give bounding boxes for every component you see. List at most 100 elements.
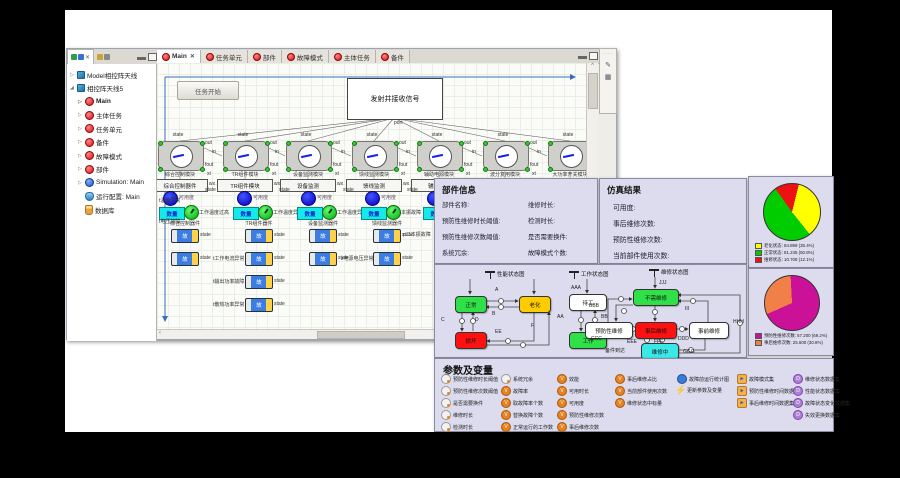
close-tab-icon[interactable]: ✕ (190, 53, 195, 60)
task-start-button[interactable]: 任务开始 (177, 81, 239, 100)
sidebar-item-运行配置: Main[interactable]: 运行配置: Main (67, 190, 156, 204)
param-item-事后维修次数[interactable]: V事后维修次数 (557, 422, 599, 432)
editor-tab-部件[interactable]: 部件 (248, 50, 282, 63)
param-item-更新参数及变量[interactable]: ⚡更新参数及变量 (677, 386, 722, 394)
component-node-大功率开关模块[interactable] (548, 141, 586, 171)
tree-expander-icon[interactable]: ▷ (78, 153, 83, 159)
sidebar-item-Simulation: Main[interactable]: ▷Simulation: Main (67, 176, 156, 190)
param-item-是否需要换件[interactable]: 是否需要换件 (441, 398, 483, 408)
failure-mode-cylinder[interactable]: 故 (309, 252, 337, 266)
failure-mode-cylinder[interactable]: 故 (309, 229, 337, 243)
editor-tab-故障模式[interactable]: 故障模式 (282, 50, 329, 63)
failure-mode-cylinder[interactable]: 故 (245, 229, 273, 243)
tree-expander-icon[interactable]: ▷ (78, 166, 83, 172)
component-node-波分复用模块[interactable] (483, 141, 529, 171)
component-node-馈线监测模块[interactable] (352, 141, 398, 171)
sidebar-item-Model相控阵天线[interactable]: ▷Model相控阵天线 (67, 68, 156, 82)
sidebar-item-主体任务[interactable]: ▷主体任务 (67, 109, 156, 123)
param-item-故障率[interactable]: V故障率 (501, 386, 528, 396)
sidebar-item-部件[interactable]: ▷部件 (67, 163, 156, 177)
editor-tab-备件[interactable]: 备件 (376, 50, 410, 63)
failure-mode-cylinder[interactable]: 故 (171, 252, 199, 266)
param-item-系统冗余[interactable]: 系统冗余 (501, 374, 533, 384)
scroll-up-arrow[interactable]: ^ (587, 63, 598, 69)
param-item-可用度[interactable]: V可用度 (557, 398, 584, 408)
tree-expander-icon[interactable]: ◢ (70, 85, 75, 91)
param-item-维修状态数据集[interactable]: D维修状态数据集 (793, 374, 840, 384)
minimize-editor-button[interactable] (578, 56, 587, 59)
param-item-正常运行的工作数[interactable]: V正常运行的工作数 (501, 422, 553, 432)
quantity-box[interactable]: 数量 (297, 207, 323, 220)
failure-mode-cylinder[interactable]: 故 (171, 229, 199, 243)
device-box-馈线监测[interactable]: 馈线监测 (346, 179, 402, 192)
failure-mode-cylinder[interactable]: 故 (373, 252, 401, 266)
state-node-待工[interactable]: 待工 (569, 294, 607, 311)
param-item-预防性维修时长阈值[interactable]: 预防性维修时长阈值 (441, 374, 498, 384)
param-item-故障状态变化数据集[interactable]: D故障状态变化数据集 (793, 398, 850, 408)
param-item-维修状态中标量[interactable]: V维修状态中标量 (615, 398, 662, 408)
availability-gauge[interactable] (301, 191, 316, 206)
tab-outline[interactable] (94, 50, 113, 64)
param-item-失效更换数据集[interactable]: D失效更换数据集 (793, 410, 840, 420)
fault-timer-gauge[interactable] (258, 205, 273, 220)
fault-timer-gauge[interactable] (386, 205, 401, 220)
component-node-设备监测模块[interactable] (286, 141, 332, 171)
tab-project-explorer[interactable]: ✕ (67, 49, 94, 64)
tree-expander-icon[interactable]: ▷ (78, 180, 83, 186)
param-item-预防性维修次数阈值[interactable]: 预防性维修次数阈值 (441, 386, 498, 396)
sidebar-item-故障模式[interactable]: ▷故障模式 (67, 149, 156, 163)
strip-icon-1[interactable]: ▦ (605, 73, 612, 81)
failure-mode-cylinder[interactable]: 故 (373, 229, 401, 243)
state-node-损坏[interactable]: 损坏 (455, 332, 487, 349)
tree-expander-icon[interactable]: ▷ (78, 139, 83, 145)
horizontal-scroll-thumb[interactable] (317, 331, 405, 339)
sidebar-item-任务单元[interactable]: ▷任务单元 (67, 122, 156, 136)
signal-source-node[interactable]: 发射井接收信号 (347, 78, 443, 120)
fault-timer-gauge[interactable] (184, 205, 199, 220)
vertical-scroll-thumb[interactable] (588, 73, 598, 109)
param-item-取故障率个数[interactable]: V取故障率个数 (501, 398, 543, 408)
close-icon[interactable]: ✕ (85, 54, 90, 61)
component-node-综合控制模块[interactable] (158, 141, 204, 171)
availability-gauge[interactable] (365, 191, 380, 206)
tree-expander-icon[interactable]: ▷ (70, 72, 75, 78)
param-item-检测时长[interactable]: 检测时长 (441, 422, 473, 432)
param-item-故障前运行统计图[interactable]: 故障前运行统计图 (677, 374, 729, 384)
quantity-box[interactable]: 数量 (361, 207, 387, 220)
sidebar-item-相控阵天线5[interactable]: ◢相控阵天线5 (67, 82, 156, 96)
sidebar-item-数据库[interactable]: 数据库 (67, 203, 156, 217)
availability-gauge[interactable] (237, 191, 252, 206)
strip-icon-0[interactable]: ✎ (605, 61, 611, 69)
param-item-当前部件使用次数[interactable]: V当前部件使用次数 (615, 386, 667, 396)
param-item-可用时长[interactable]: V可用时长 (557, 386, 589, 396)
param-item-效能[interactable]: V效能 (557, 374, 579, 384)
device-box-综合控制器件[interactable]: 综合控制器件 (157, 179, 208, 192)
param-item-故障模式集[interactable]: ▸故障模式集 (737, 374, 774, 384)
param-item-替换故障个数[interactable]: V替换故障个数 (501, 410, 543, 420)
state-node-不需维修[interactable]: 不需维修 (633, 289, 679, 306)
state-node-正常[interactable]: 正常 (455, 296, 487, 313)
failure-mode-cylinder[interactable]: 故 (245, 275, 273, 289)
strip-handle[interactable]: ···· (603, 51, 614, 57)
param-item-事后维修占比[interactable]: V事后维修占比 (615, 374, 657, 384)
param-item-预防性维修时间数据集[interactable]: ▸预防性维修时间数据集 (737, 386, 799, 396)
maximize-editor-button[interactable] (589, 52, 598, 60)
maximize-view-button[interactable] (148, 53, 157, 61)
param-item-事后维修时间数据集[interactable]: ▸事后维修时间数据集 (737, 398, 794, 408)
component-node-TR组件模块[interactable] (223, 141, 269, 171)
param-item-性能状态数据集[interactable]: D性能状态数据集 (793, 386, 840, 396)
tree-expander-icon[interactable]: ▷ (78, 99, 83, 105)
failure-mode-cylinder[interactable]: 故 (245, 252, 273, 266)
collapsed-palette-strip[interactable]: ···· ✎ ▦ (599, 48, 617, 114)
component-node-辅助电源模块[interactable] (417, 141, 463, 171)
state-node-老化[interactable]: 老化 (519, 296, 551, 313)
failure-mode-cylinder[interactable]: 故 (245, 298, 273, 312)
editor-tab-Main[interactable]: Main✕ (157, 50, 201, 63)
scroll-left-arrow[interactable]: ‹ (157, 330, 161, 336)
param-item-维修时长[interactable]: 维修时长 (441, 410, 473, 420)
sidebar-item-Main[interactable]: ▷Main (67, 95, 156, 109)
fault-timer-gauge[interactable] (322, 205, 337, 220)
param-item-预防性维修次数[interactable]: V预防性维修次数 (557, 410, 604, 420)
sidebar-item-备件[interactable]: ▷备件 (67, 136, 156, 150)
tree-expander-icon[interactable]: ▷ (78, 112, 83, 118)
